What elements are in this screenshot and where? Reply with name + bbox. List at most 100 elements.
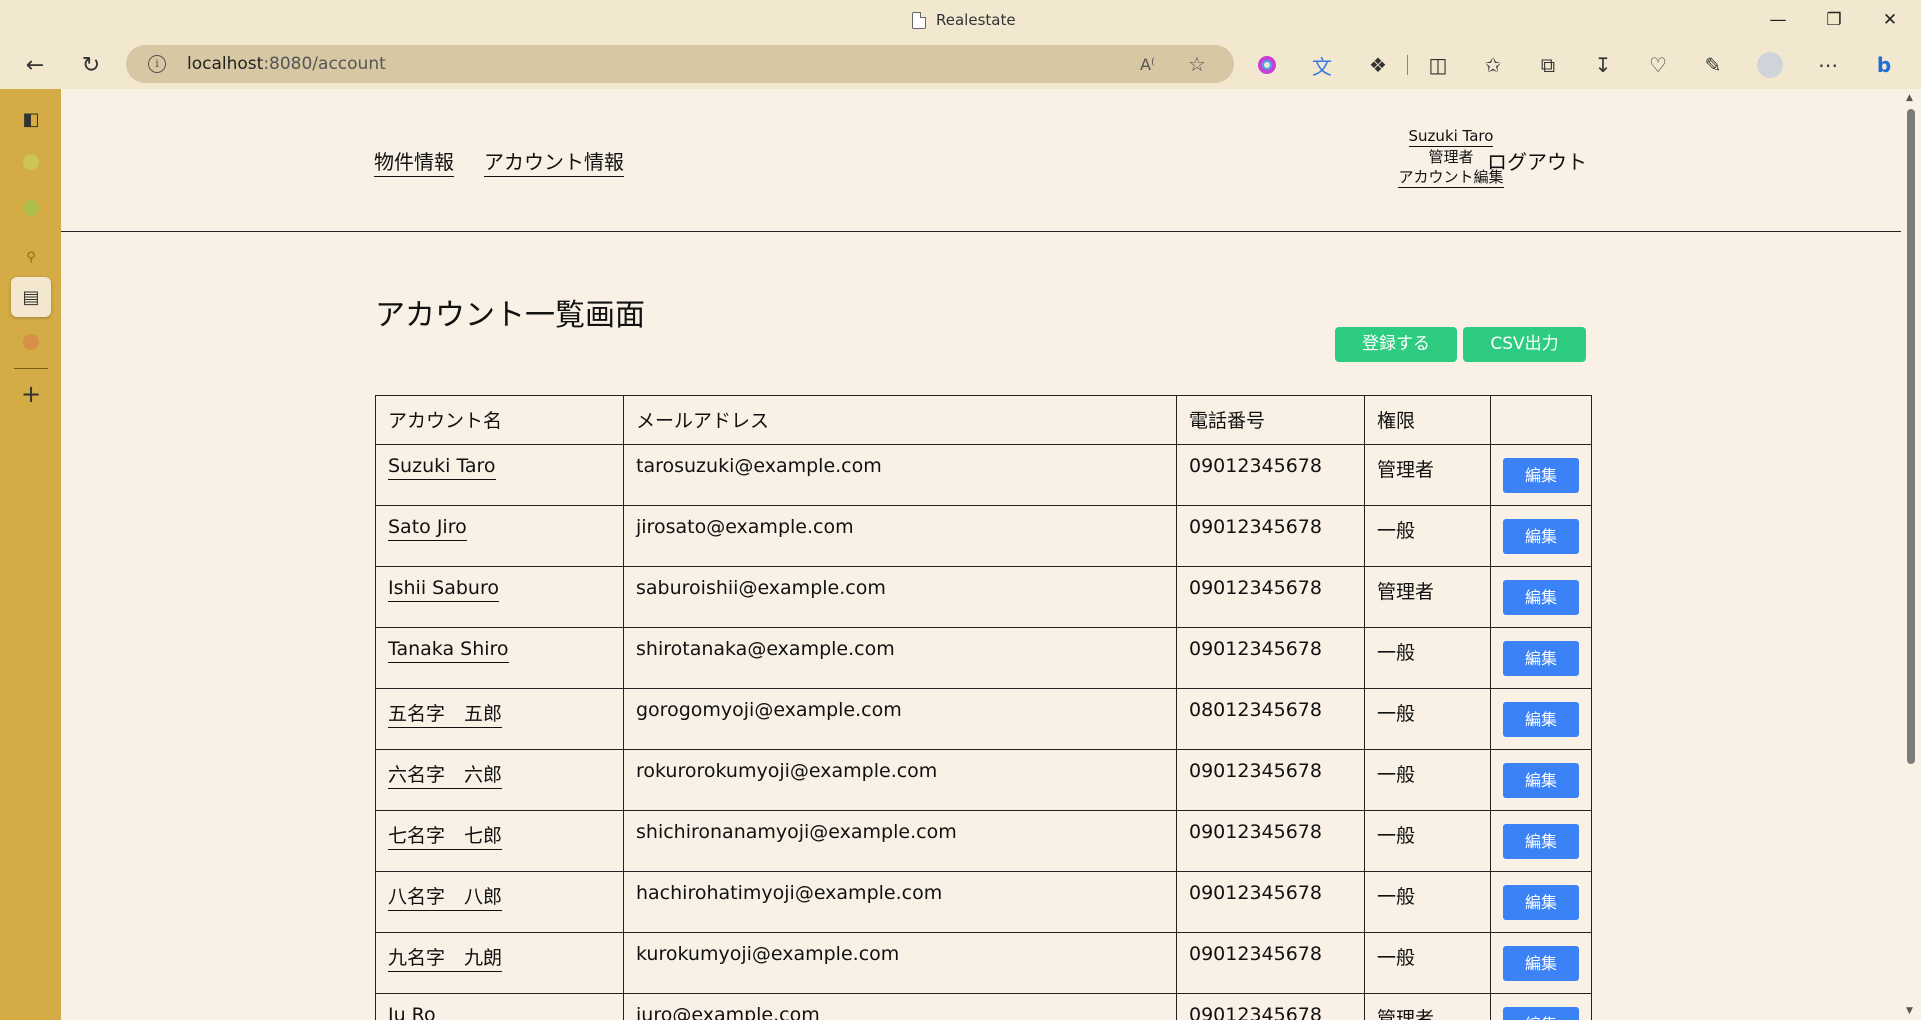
edit-button[interactable]: 編集 xyxy=(1503,641,1579,676)
header-account-name: アカウント名 xyxy=(375,395,624,445)
account-name-link[interactable]: 五名字 五郎 xyxy=(388,703,503,728)
table-row: Sato Jiro jirosato@example.com 09012345678… xyxy=(375,505,1592,567)
cell-role: 管理者 xyxy=(1364,444,1491,506)
read-aloud-icon[interactable]: A⁽ xyxy=(1140,55,1155,74)
cell-email: jirosato@example.com xyxy=(623,505,1177,567)
window-title: Realestate xyxy=(912,11,1016,29)
user-name-link[interactable]: Suzuki Taro xyxy=(1408,126,1494,147)
url-text: localhost:8080/account xyxy=(187,54,386,74)
cell-account-name: 九名字 九朗 xyxy=(375,932,624,994)
scrollbar[interactable]: ▲ ▼ xyxy=(1901,89,1921,1020)
cell-actions: 編集 xyxy=(1490,444,1592,506)
cell-role: 管理者 xyxy=(1364,993,1491,1020)
edit-button[interactable]: 編集 xyxy=(1503,702,1579,737)
cell-account-name: 五名字 五郎 xyxy=(375,688,624,750)
cell-role: 一般 xyxy=(1364,505,1491,567)
cell-role: 一般 xyxy=(1364,810,1491,872)
account-name-link[interactable]: Ju Ro xyxy=(388,1004,436,1020)
edit-button[interactable]: 編集 xyxy=(1503,519,1579,554)
profile-avatar-icon[interactable] xyxy=(1754,49,1786,81)
table-row: 六名字 六郎 rokurorokumyoji@example.com 0901234… xyxy=(375,749,1592,811)
cell-account-name: Suzuki Taro xyxy=(375,444,624,506)
cell-phone: 09012345678 xyxy=(1176,993,1365,1020)
table-row: Ju Ro juro@example.com09012345678管理者編集 xyxy=(375,993,1592,1020)
translate-icon[interactable]: 文 xyxy=(1306,49,1338,81)
cell-account-name: Ju Ro xyxy=(375,993,624,1020)
favorites-icon[interactable]: ✩ xyxy=(1477,49,1509,81)
performance-heart-icon[interactable]: ♡ xyxy=(1642,49,1674,81)
edit-pen-icon[interactable]: ✎ xyxy=(1697,49,1729,81)
header-phone: 電話番号 xyxy=(1176,395,1365,445)
account-name-link[interactable]: Tanaka Shiro xyxy=(388,638,509,663)
cell-phone: 09012345678 xyxy=(1176,932,1365,994)
color-extension-icon[interactable] xyxy=(1251,49,1283,81)
cell-phone: 09012345678 xyxy=(1176,566,1365,628)
tab-actions-icon[interactable]: ◧ xyxy=(16,104,46,134)
nav-property-info[interactable]: 物件情報 xyxy=(374,146,454,177)
cell-actions: 編集 xyxy=(1490,627,1592,689)
browser-sidebar: ◧ ⚲ ▤ + xyxy=(0,89,61,1020)
cell-account-name: Ishii Saburo xyxy=(375,566,624,628)
edit-button[interactable]: 編集 xyxy=(1503,580,1579,615)
account-name-link[interactable]: 七名字 七郎 xyxy=(388,825,503,850)
cell-phone: 09012345678 xyxy=(1176,444,1365,506)
cell-actions: 編集 xyxy=(1490,871,1592,933)
add-icon[interactable]: + xyxy=(16,379,46,409)
table-row: 七名字 七郎 shichironanamyoji@example.com 09012… xyxy=(375,810,1592,872)
extension-icon[interactable] xyxy=(23,154,39,170)
active-page-icon[interactable]: ▤ xyxy=(11,277,51,317)
cell-role: 一般 xyxy=(1364,871,1491,933)
scroll-up-arrow[interactable]: ▲ xyxy=(1906,93,1913,103)
cell-account-name: Tanaka Shiro xyxy=(375,627,624,689)
favorite-star-icon[interactable]: ☆ xyxy=(1188,52,1206,76)
page-title: アカウント一覧画面 xyxy=(375,298,645,333)
tab-title-text: Realestate xyxy=(936,11,1016,29)
downloads-icon[interactable]: ↧ xyxy=(1587,49,1619,81)
copilot-icon[interactable]: b xyxy=(1868,49,1900,81)
minimize-button[interactable]: — xyxy=(1750,5,1806,35)
account-name-link[interactable]: 九名字 九朗 xyxy=(388,947,503,972)
account-name-link[interactable]: Sato Jiro xyxy=(388,516,467,541)
register-button[interactable]: 登録する xyxy=(1335,327,1457,362)
search-icon[interactable]: ⚲ xyxy=(16,242,46,272)
document-icon xyxy=(912,11,926,29)
edit-button[interactable]: 編集 xyxy=(1503,1007,1579,1020)
account-name-link[interactable]: 六名字 六郎 xyxy=(388,764,503,789)
logout-link[interactable]: ログアウト xyxy=(1487,146,1587,175)
back-arrow-icon[interactable]: ← xyxy=(18,49,52,81)
split-screen-icon[interactable]: ◫ xyxy=(1422,49,1454,81)
extensions-puzzle-icon[interactable]: ❖ xyxy=(1362,49,1394,81)
restore-button[interactable]: ❐ xyxy=(1806,5,1862,35)
refresh-icon[interactable]: ↻ xyxy=(74,49,108,81)
toolbar-divider xyxy=(1407,55,1408,75)
more-menu-icon[interactable]: ⋯ xyxy=(1812,49,1844,81)
cell-phone: 08012345678 xyxy=(1176,688,1365,750)
site-info-icon[interactable]: i xyxy=(148,55,166,73)
title-bar: Realestate — ❐ ✕ xyxy=(0,0,1921,41)
account-name-link[interactable]: Suzuki Taro xyxy=(388,455,496,480)
edit-button[interactable]: 編集 xyxy=(1503,824,1579,859)
google-icon[interactable] xyxy=(23,334,39,350)
close-window-button[interactable]: ✕ xyxy=(1862,5,1918,35)
extension-p-icon[interactable] xyxy=(23,200,39,216)
edit-button[interactable]: 編集 xyxy=(1503,946,1579,981)
cell-role: 一般 xyxy=(1364,932,1491,994)
csv-export-button[interactable]: CSV出力 xyxy=(1463,327,1586,362)
edit-button[interactable]: 編集 xyxy=(1503,763,1579,798)
nav-account-info[interactable]: アカウント情報 xyxy=(484,146,624,177)
cell-actions: 編集 xyxy=(1490,810,1592,872)
account-name-link[interactable]: 八名字 八郎 xyxy=(388,886,503,911)
scroll-down-arrow[interactable]: ▼ xyxy=(1906,1006,1913,1016)
url-field[interactable]: i localhost:8080/account A⁽ ☆ xyxy=(126,45,1234,83)
scroll-thumb[interactable] xyxy=(1907,109,1915,764)
cell-actions: 編集 xyxy=(1490,993,1592,1020)
edit-button[interactable]: 編集 xyxy=(1503,885,1579,920)
cell-email: tarosuzuki@example.com xyxy=(623,444,1177,506)
collections-icon[interactable]: ⧉ xyxy=(1532,49,1564,81)
account-name-link[interactable]: Ishii Saburo xyxy=(388,577,499,602)
page-content: 物件情報 アカウント情報 Suzuki Taro 管理者 アカウント編集 ログア… xyxy=(61,89,1901,1020)
cell-email: juro@example.com xyxy=(623,993,1177,1020)
edit-button[interactable]: 編集 xyxy=(1503,458,1579,493)
cell-email: rokurorokumyoji@example.com xyxy=(623,749,1177,811)
user-role: 管理者 xyxy=(1428,148,1474,166)
